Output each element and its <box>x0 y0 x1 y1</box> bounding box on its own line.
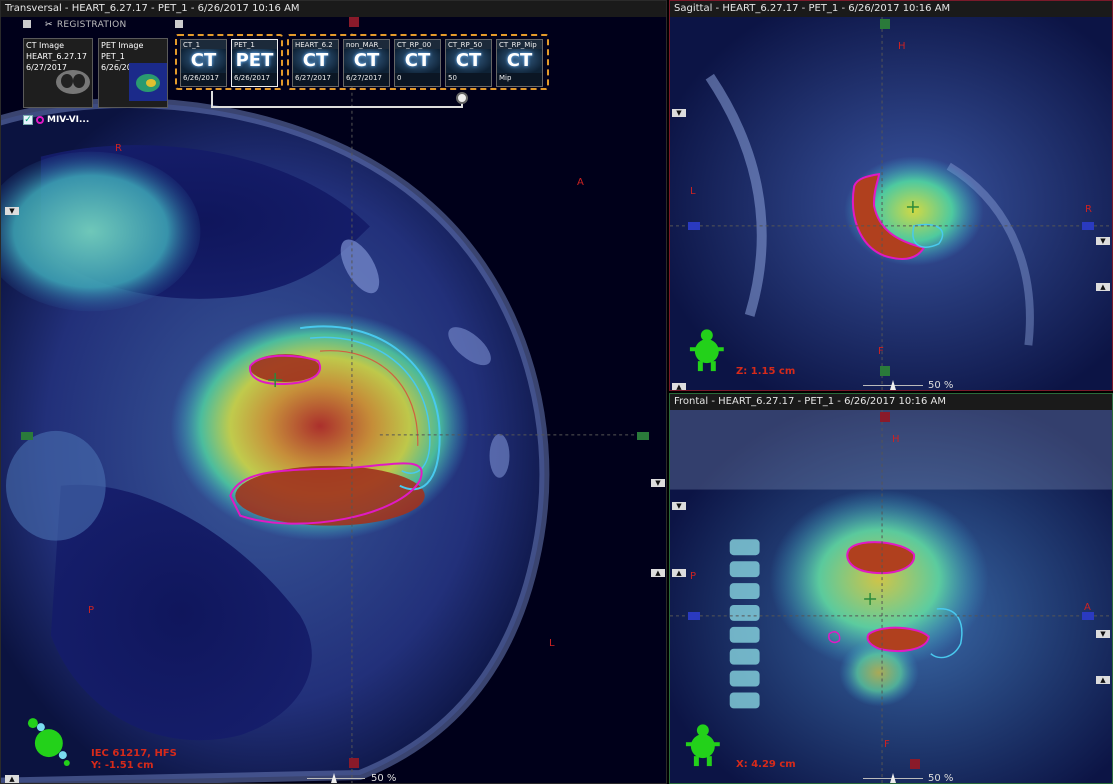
orient-label-bottom: F <box>878 346 884 357</box>
slice-marker-right[interactable] <box>637 432 649 440</box>
frontal-viewport[interactable]: Frontal - HEART_6.27.17 - PET_1 - 6/26/2… <box>669 393 1113 784</box>
slice-marker-left[interactable] <box>21 432 33 440</box>
transversal-title: Transversal - HEART_6.27.17 - PET_1 - 6/… <box>1 1 666 17</box>
zoom-level: 50 % <box>371 773 397 784</box>
scroll-down-button[interactable]: ▼ <box>672 502 686 510</box>
slice-marker-left[interactable] <box>688 612 700 620</box>
link-connector-v1 <box>211 91 213 107</box>
orient-label-right: A <box>577 177 584 188</box>
scroll-up-button-right[interactable]: ▲ <box>1096 283 1110 291</box>
orient-label-left: P <box>690 571 697 582</box>
scroll-up-button-left[interactable]: ▲ <box>672 569 686 577</box>
series-ct-1[interactable]: CT_1 CT 6/26/2017 <box>180 39 227 87</box>
series-non-mar[interactable]: non_MAR_ CT 6/27/2017 <box>343 39 390 87</box>
position-info-line2: Y: -1.51 cm <box>91 760 154 771</box>
slice-marker-right[interactable] <box>1082 612 1094 620</box>
position-info-line1: IEC 61217, HFS <box>91 748 177 759</box>
ct-thumbnail <box>56 70 90 94</box>
frontal-title: Frontal - HEART_6.27.17 - PET_1 - 6/26/2… <box>670 394 1112 410</box>
series-heart[interactable]: HEART_6.2 CT 6/27/2017 <box>292 39 339 87</box>
ct-image-card[interactable]: CT Image HEART_6.27.17 6/27/2017 <box>23 38 93 108</box>
voi-toggle[interactable]: ✓ MIV-VI... <box>23 115 89 125</box>
collapse-icon-2[interactable] <box>175 20 183 28</box>
checkbox-icon[interactable]: ✓ <box>23 115 33 125</box>
scroll-down-button-right[interactable]: ▼ <box>1096 630 1110 638</box>
scroll-down-button-right[interactable]: ▼ <box>1096 237 1110 245</box>
sagittal-title: Sagittal - HEART_6.27.17 - PET_1 - 6/26/… <box>670 1 1112 17</box>
slice-marker-right[interactable] <box>1082 222 1094 230</box>
orient-label-right: R <box>1085 204 1092 215</box>
transversal-viewport[interactable]: Transversal - HEART_6.27.17 - PET_1 - 6/… <box>0 0 667 784</box>
registration-label: ✂ REGISTRATION <box>45 20 127 30</box>
scroll-down-button-right[interactable]: ▼ <box>651 479 665 487</box>
collapse-icon[interactable] <box>23 20 31 28</box>
orient-label-top: H <box>898 41 906 52</box>
sagittal-viewport[interactable]: Sagittal - HEART_6.27.17 - PET_1 - 6/26/… <box>669 0 1113 391</box>
zoom-level: 50 % <box>928 773 954 784</box>
frontal-image[interactable] <box>670 410 1112 783</box>
orient-label-top: H <box>892 434 900 445</box>
scroll-up-button-right[interactable]: ▲ <box>651 569 665 577</box>
slice-marker-top[interactable] <box>880 19 890 29</box>
series-group-a: CT_1 CT 6/26/2017 PET_1 PET 6/26/2017 <box>175 34 283 90</box>
scroll-up-button-right[interactable]: ▲ <box>1096 676 1110 684</box>
position-info: X: 4.29 cm <box>736 759 796 770</box>
scroll-down-button[interactable]: ▼ <box>5 207 19 215</box>
pet-image-card[interactable]: PET Image PET_1 6/26/2017 <box>98 38 168 108</box>
position-info: Z: 1.15 cm <box>736 366 796 377</box>
orient-label-left: P <box>88 605 95 616</box>
series-ct-rp-50[interactable]: CT_RP_50 CT 50 <box>445 39 492 87</box>
series-ct-rp-00[interactable]: CT_RP_00 CT 0 <box>394 39 441 87</box>
zoom-slider[interactable] <box>307 773 365 783</box>
zoom-slider[interactable] <box>863 773 923 783</box>
slice-marker-top[interactable] <box>880 412 890 422</box>
transversal-image[interactable] <box>1 17 666 783</box>
orient-label-left: L <box>690 186 696 197</box>
series-ct-rp-mip[interactable]: CT_RP_Mip CT Mip <box>496 39 543 87</box>
zoom-slider[interactable] <box>863 380 923 390</box>
zoom-level: 50 % <box>928 380 954 391</box>
series-pet-1[interactable]: PET_1 PET 6/26/2017 <box>231 39 278 87</box>
slice-marker-bottom[interactable] <box>349 758 359 768</box>
orient-label-top: R <box>115 143 122 154</box>
orient-label-bottom: F <box>884 739 890 750</box>
orient-label-bottom: L <box>549 638 555 649</box>
scroll-up-button-bottom[interactable]: ▲ <box>672 383 686 390</box>
slice-marker-top[interactable] <box>349 17 359 27</box>
slice-marker-bottom[interactable] <box>910 759 920 769</box>
slice-marker-left[interactable] <box>688 222 700 230</box>
scroll-down-button[interactable]: ▼ <box>672 109 686 117</box>
series-group-b: HEART_6.2 CT 6/27/2017 non_MAR_ CT 6/27/… <box>287 34 549 90</box>
sagittal-image[interactable] <box>670 17 1112 390</box>
pet-thumbnail <box>129 63 167 101</box>
link-connector-h <box>211 106 463 108</box>
link-icon[interactable] <box>456 92 468 104</box>
scroll-up-button-bottom[interactable]: ▲ <box>5 775 19 783</box>
slice-marker-bottom[interactable] <box>880 366 890 376</box>
scissors-icon: ✂ <box>45 20 53 30</box>
voi-color-icon <box>36 116 44 124</box>
